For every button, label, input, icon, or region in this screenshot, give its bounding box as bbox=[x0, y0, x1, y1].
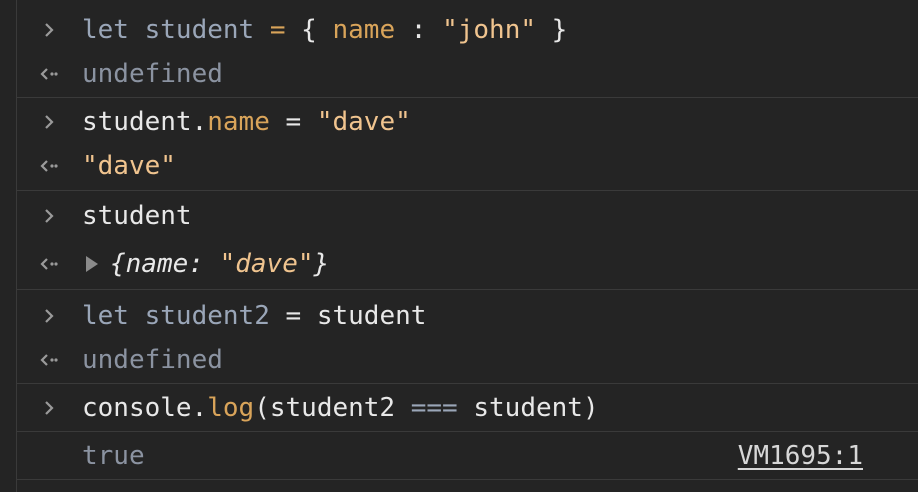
variable-name: student2 bbox=[144, 301, 270, 331]
console-output-row: "dave" bbox=[0, 144, 918, 188]
entry-separator bbox=[16, 479, 918, 480]
variable-name: student bbox=[144, 15, 255, 45]
string-value: "dave" bbox=[316, 107, 411, 137]
console-input-row[interactable]: student.name = "dave" bbox=[0, 100, 918, 144]
console-output-undefined: undefined bbox=[82, 59, 223, 89]
object-property: name bbox=[332, 15, 396, 45]
method-name: log bbox=[207, 393, 255, 423]
argument-right: student bbox=[473, 393, 583, 423]
entry-separator bbox=[16, 431, 918, 432]
console-log-output: true bbox=[82, 441, 145, 471]
console-input-line[interactable]: student bbox=[82, 194, 192, 238]
entry-separator bbox=[16, 97, 918, 98]
assignment-operator: = bbox=[269, 107, 317, 137]
prompt-chevron-icon bbox=[45, 401, 54, 415]
console-output-undefined: undefined bbox=[82, 345, 223, 375]
object-reference: student. bbox=[82, 107, 208, 137]
entry-separator bbox=[16, 289, 918, 290]
console-input-line[interactable]: let student = { name : "john" } bbox=[82, 8, 567, 52]
console-input-line[interactable]: let student2 = student bbox=[82, 294, 426, 338]
keyword-let: let bbox=[82, 15, 129, 45]
return-arrow-icon bbox=[40, 160, 58, 172]
console-output-row: undefined bbox=[0, 52, 918, 96]
property-colon: : bbox=[410, 15, 427, 45]
console-log-output-row: true VM1695:1 bbox=[0, 434, 918, 478]
prompt-chevron-icon bbox=[45, 23, 54, 37]
source-location-link[interactable]: VM1695:1 bbox=[738, 434, 863, 478]
object-close-brace: } bbox=[551, 15, 568, 45]
console-input-row[interactable]: let student2 = student bbox=[0, 294, 918, 338]
object-open-brace: { bbox=[301, 15, 317, 45]
object-preview-key: name: bbox=[125, 249, 220, 279]
entry-separator bbox=[16, 383, 918, 384]
prompt-chevron-icon bbox=[45, 309, 54, 323]
assigned-value: student bbox=[316, 301, 427, 331]
console-input-line[interactable]: student.name = "dave" bbox=[82, 100, 411, 144]
object-property: name bbox=[207, 107, 270, 137]
expand-triangle-icon[interactable] bbox=[86, 256, 98, 272]
open-paren: ( bbox=[254, 393, 270, 423]
console-output-row[interactable]: {name: "dave"} bbox=[0, 242, 918, 286]
return-arrow-icon bbox=[40, 258, 58, 270]
entry-separator bbox=[16, 190, 918, 191]
prompt-chevron-icon bbox=[45, 209, 54, 223]
object-preview-value: "dave" bbox=[219, 249, 314, 279]
string-value: "john" bbox=[442, 15, 536, 45]
console-output-row: undefined bbox=[0, 338, 918, 382]
assignment-operator: = bbox=[285, 301, 302, 331]
keyword-let: let bbox=[82, 301, 129, 331]
argument-left: student2 bbox=[269, 393, 396, 423]
object-open-brace: { bbox=[110, 249, 126, 279]
console-input-line[interactable]: console.log(student2 === student) bbox=[82, 386, 599, 430]
return-arrow-icon bbox=[40, 68, 58, 80]
console-input-row[interactable]: student bbox=[0, 194, 918, 238]
close-paren: ) bbox=[582, 393, 599, 423]
console-output-string: "dave" bbox=[82, 151, 176, 181]
return-arrow-icon bbox=[40, 354, 58, 366]
prompt-chevron-icon bbox=[45, 115, 54, 129]
assignment-operator: = bbox=[269, 15, 286, 45]
object-preview[interactable]: {name: "dave"} bbox=[110, 242, 329, 286]
object-close-brace: } bbox=[313, 249, 330, 279]
console-input-row[interactable]: console.log(student2 === student) bbox=[0, 386, 918, 430]
strict-equality-operator: === bbox=[410, 393, 458, 423]
object-reference: console. bbox=[82, 393, 208, 423]
console-input-row[interactable]: let student = { name : "john" } bbox=[0, 8, 918, 52]
